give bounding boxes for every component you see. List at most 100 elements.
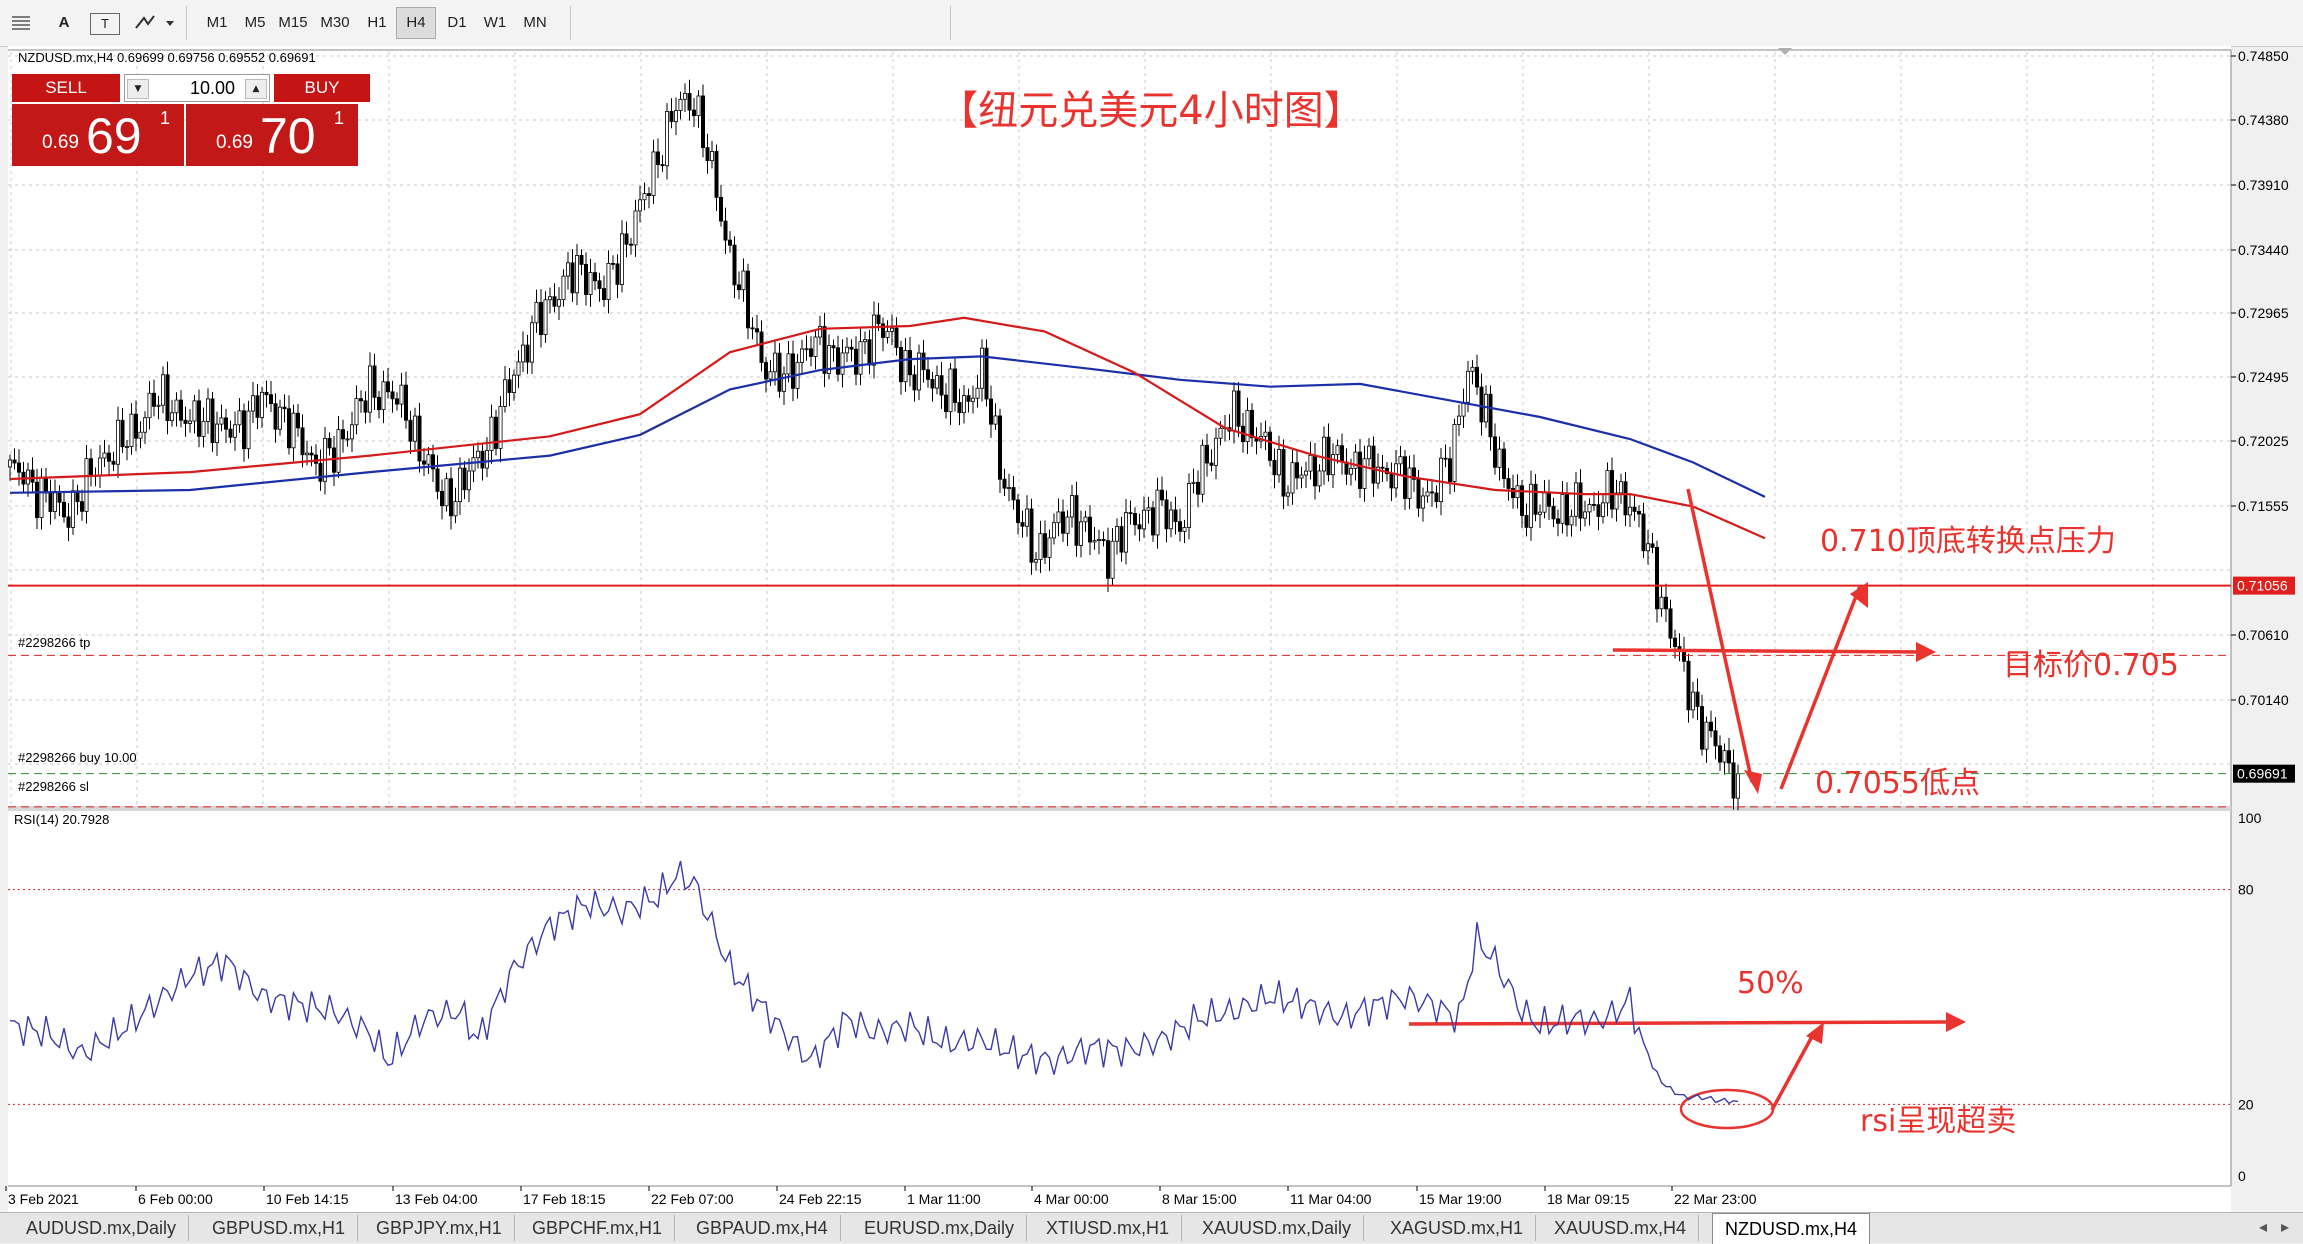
date-axis-label: 13 Feb 04:00 — [395, 1191, 478, 1207]
shapes-dropdown-icon[interactable] — [132, 8, 176, 38]
tabs-scroll-left-icon[interactable]: ◂ — [2259, 1217, 2267, 1236]
chart-tab[interactable]: AUDUSD.mx,Daily — [14, 1215, 190, 1241]
candle-body — [1695, 691, 1700, 707]
candle-body — [273, 403, 278, 430]
candle-body — [647, 193, 652, 196]
chart-tab[interactable]: XAUUSD.mx,Daily — [1190, 1215, 1365, 1241]
candle-body — [1182, 527, 1187, 532]
lot-decrease-icon[interactable]: ▼ — [127, 79, 149, 99]
date-axis-label: 4 Mar 00:00 — [1034, 1191, 1109, 1207]
text-label-tool-button[interactable]: T — [90, 13, 120, 35]
candle-body — [381, 381, 386, 411]
buy-price[interactable]: 0.69 70 1 — [186, 104, 358, 166]
sell-price-fraction: 1 — [160, 108, 171, 128]
candle-body — [1578, 482, 1583, 519]
candle-body — [1313, 454, 1318, 487]
candle-body — [1164, 499, 1169, 530]
candle-body — [872, 314, 877, 366]
candle-body — [1650, 543, 1655, 548]
candle-body — [1236, 390, 1241, 427]
candle-body — [502, 379, 507, 407]
lot-increase-icon[interactable]: ▲ — [245, 79, 267, 99]
candle-body — [1056, 511, 1061, 524]
candle-body — [1574, 482, 1579, 517]
price-axis-label: 0.70140 — [2238, 692, 2289, 708]
text-tool-button[interactable]: A — [50, 8, 78, 38]
chart-tab[interactable]: XTIUSD.mx,H1 — [1034, 1215, 1183, 1241]
tabs-scroll-right-icon[interactable]: ▸ — [2281, 1217, 2289, 1236]
chart-tab[interactable]: EURUSD.mx,Daily — [852, 1215, 1028, 1241]
candle-body — [1452, 424, 1457, 482]
candle-body — [327, 437, 332, 449]
chart-tab[interactable]: GBPAUD.mx,H4 — [684, 1215, 841, 1241]
buy-button[interactable]: BUY — [274, 74, 370, 102]
candle-body — [354, 398, 359, 426]
candle-body — [264, 391, 269, 396]
candle-body — [710, 151, 715, 162]
lot-size-field[interactable]: ▼ 10.00 ▲ — [124, 74, 270, 102]
timeframe-h1[interactable]: H1 — [358, 8, 396, 38]
candle-body — [228, 428, 233, 438]
candle-body — [1304, 470, 1309, 476]
candle-body — [692, 109, 697, 117]
candle-body — [480, 450, 485, 469]
chart-tab[interactable]: GBPJPY.mx,H1 — [364, 1215, 515, 1241]
crosshair-menu-icon[interactable] — [6, 8, 36, 38]
candle-body — [1362, 458, 1367, 489]
candle-body — [957, 402, 962, 414]
target-annotation: 目标价0.705 — [2003, 648, 2179, 683]
candle-body — [1083, 516, 1088, 523]
candle-body — [291, 412, 296, 449]
price-chart[interactable]: NZDUSD.mx,H4 0.69699 0.69756 0.69552 0.6… — [0, 46, 2303, 1212]
candle-body — [1367, 445, 1372, 460]
candle-body — [394, 398, 399, 405]
candle-body — [1218, 427, 1223, 439]
candle-body — [525, 344, 530, 363]
rsi-axis-label: 0 — [2238, 1168, 2246, 1184]
timeframe-m1[interactable]: M1 — [198, 8, 236, 38]
buy-price-big: 70 — [260, 108, 316, 164]
candle-body — [1326, 436, 1331, 476]
chart-tab[interactable]: XAUUSD.mx,H4 — [1542, 1215, 1700, 1241]
candle-body — [1137, 524, 1142, 530]
date-axis-label: 24 Feb 22:15 — [779, 1191, 862, 1207]
candle-body — [1497, 448, 1502, 468]
candle-body — [471, 457, 476, 472]
chart-tab[interactable]: GBPUSD.mx,H1 — [200, 1215, 359, 1241]
candle-body — [165, 374, 170, 422]
timeframe-mn[interactable]: MN — [516, 8, 554, 38]
chart-tab[interactable]: GBPCHF.mx,H1 — [520, 1215, 676, 1241]
candle-body — [295, 412, 300, 429]
candle-body — [1425, 491, 1430, 497]
candle-body — [286, 408, 291, 449]
timeframe-m15[interactable]: M15 — [274, 8, 312, 38]
candle-body — [349, 424, 354, 440]
candle-body — [975, 387, 980, 399]
chart-tab[interactable]: NZDUSD.mx,H4 — [1712, 1213, 1871, 1244]
candle-body — [1691, 691, 1696, 711]
candle-body — [466, 470, 471, 491]
candle-body — [116, 419, 121, 465]
candle-body — [205, 398, 210, 422]
candle-body — [372, 365, 377, 398]
price-tags: 0.71056 0.69691 — [2233, 576, 2295, 783]
sell-button[interactable]: SELL — [12, 74, 120, 102]
sell-price[interactable]: 0.69 69 1 — [12, 104, 184, 166]
candle-body — [1097, 539, 1102, 541]
timeframe-m5[interactable]: M5 — [236, 8, 274, 38]
candle-body — [885, 331, 890, 338]
timeframe-m30[interactable]: M30 — [316, 8, 354, 38]
candle-body — [196, 400, 201, 437]
candle-body — [764, 362, 769, 380]
candle-body — [674, 110, 679, 123]
candle-body — [588, 272, 593, 295]
timeframe-h4[interactable]: H4 — [396, 7, 436, 39]
price-axis-label: 0.72495 — [2238, 369, 2289, 385]
timeframe-w1[interactable]: W1 — [476, 8, 514, 38]
chart-tab[interactable]: XAGUSD.mx,H1 — [1378, 1215, 1537, 1241]
candle-body — [899, 347, 904, 383]
date-axis-label: 1 Mar 11:00 — [907, 1191, 981, 1207]
candle-body — [1070, 495, 1075, 518]
candle-body — [1016, 499, 1021, 523]
timeframe-d1[interactable]: D1 — [438, 8, 476, 38]
